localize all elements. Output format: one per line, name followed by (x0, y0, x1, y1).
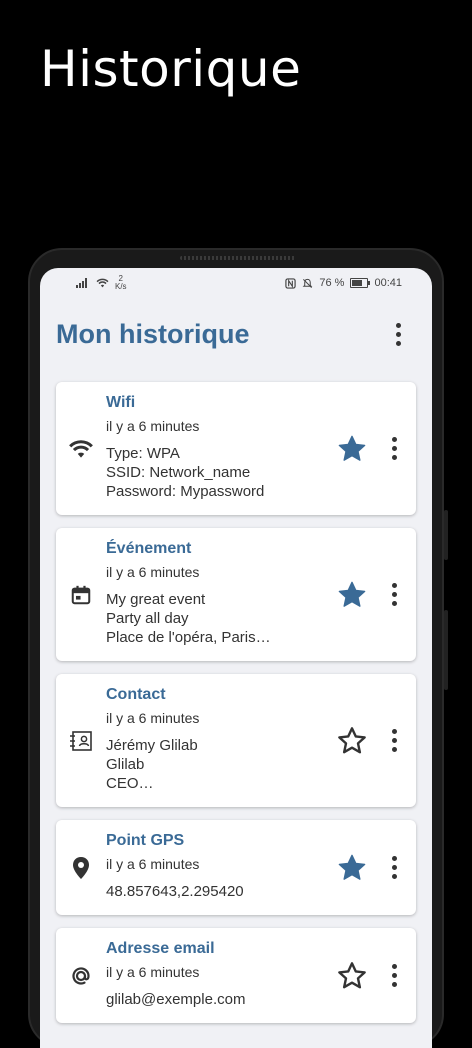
history-item-time: il y a 6 minutes (106, 856, 200, 872)
history-item-time: il y a 6 minutes (106, 964, 200, 980)
favorite-star-icon[interactable] (336, 852, 368, 884)
history-card[interactable]: Wifi il y a 6 minutes Type: WPA SSID: Net… (56, 382, 416, 515)
item-menu-icon[interactable] (382, 853, 406, 883)
history-item-details: Type: WPA SSID: Network_name Password: Myp… (106, 444, 336, 501)
history-item-title: Wifi (106, 394, 136, 411)
history-item-title: Contact (106, 686, 166, 703)
history-item-details: My great event Party all day Place de l'op… (106, 590, 336, 647)
history-item-time: il y a 6 minutes (106, 418, 200, 434)
history-item-line: CEO… (106, 775, 154, 792)
history-item-time: il y a 6 minutes (106, 710, 200, 726)
signal-icon (76, 278, 87, 288)
history-item-line: Type: WPA (106, 445, 180, 462)
volume-button (444, 510, 448, 560)
favorite-star-icon[interactable] (336, 433, 368, 465)
history-card[interactable]: Adresse email il y a 6 minutes glilab@ex… (56, 928, 416, 1023)
overflow-menu-icon[interactable] (386, 319, 410, 349)
history-item-title: Événement (106, 540, 192, 557)
contact-card-icon (56, 730, 106, 752)
history-card[interactable]: Événement il y a 6 minutes My great even… (56, 528, 416, 661)
history-item-line: Place de l'opéra, Paris… (106, 629, 271, 646)
bell-muted-icon (303, 278, 313, 288)
history-item-line: glilab@exemple.com (106, 991, 246, 1008)
history-item-line: Glilab (106, 756, 145, 773)
app-screen: 2 K/s 76 % 00:41 Mon historique Wifi il … (40, 268, 432, 1048)
favorite-star-icon[interactable] (336, 960, 368, 992)
favorite-star-icon[interactable] (336, 579, 368, 611)
history-item-line: SSID: Network_name (106, 464, 251, 481)
at-sign-icon (56, 964, 106, 988)
speed-unit: K/s (115, 282, 127, 291)
speaker-grille (180, 256, 296, 260)
promo-title: Historique (40, 40, 302, 98)
app-bar: Mon historique (40, 298, 432, 370)
item-menu-icon[interactable] (382, 434, 406, 464)
location-pin-icon (56, 856, 106, 880)
history-item-title: Point GPS (106, 832, 185, 849)
item-menu-icon[interactable] (382, 961, 406, 991)
status-bar: 2 K/s 76 % 00:41 (40, 268, 432, 298)
history-item-line: My great event (106, 591, 206, 608)
nfc-icon (285, 277, 297, 289)
page-title: Mon historique (56, 318, 250, 349)
history-card[interactable]: Point GPS il y a 6 minutes 48.857643,2.2… (56, 820, 416, 915)
network-speed: 2 K/s (115, 275, 127, 291)
battery-percent: 76 % (319, 277, 345, 289)
history-item-time: il y a 6 minutes (106, 564, 200, 580)
history-item-line: Party all day (106, 610, 189, 627)
item-menu-icon[interactable] (382, 726, 406, 756)
history-item-details: glilab@exemple.com (106, 990, 336, 1009)
history-item-line: Jérémy Glilab (106, 737, 198, 754)
history-item-details: 48.857643,2.295420 (106, 882, 336, 901)
history-card[interactable]: Contact il y a 6 minutes Jérémy Glilab Gl… (56, 674, 416, 807)
history-item-line: Password: Mypassword (106, 483, 265, 500)
wifi-status-icon (96, 278, 109, 288)
wifi-icon (56, 439, 106, 459)
clock: 00:41 (374, 277, 402, 289)
history-item-title: Adresse email (106, 940, 215, 957)
history-item-details: Jérémy Glilab Glilab CEO… (106, 736, 336, 793)
power-button (444, 610, 448, 690)
battery-icon (350, 278, 371, 288)
history-item-line: 48.857643,2.295420 (106, 883, 244, 900)
history-list: Wifi il y a 6 minutes Type: WPA SSID: Net… (40, 370, 432, 1023)
calendar-icon (56, 584, 106, 606)
item-menu-icon[interactable] (382, 580, 406, 610)
favorite-star-icon[interactable] (336, 725, 368, 757)
